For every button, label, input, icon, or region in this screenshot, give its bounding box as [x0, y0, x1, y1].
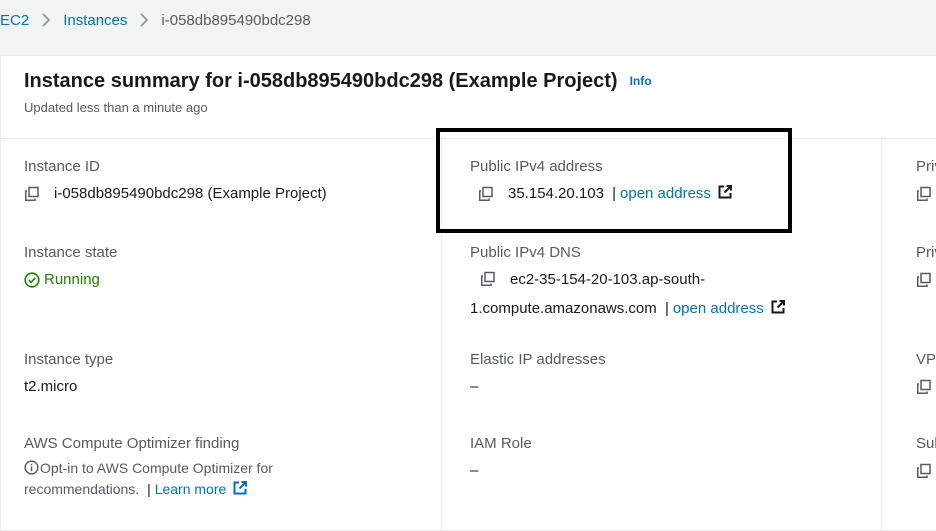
iam-role-value: – [470, 462, 479, 479]
external-link-icon[interactable] [232, 480, 248, 496]
instance-id-value: i-058db895490bdc298 (Example Project) [54, 185, 327, 202]
info-link[interactable]: Info [630, 74, 652, 88]
updated-status: Updated less than a minute ago [24, 100, 208, 115]
optimizer-label: AWS Compute Optimizer finding [24, 435, 240, 452]
page-title-text: Instance summary for i-058db895490bdc298… [24, 70, 618, 92]
public-dns-value-line1: ec2-35-154-20-103.ap-south- [510, 271, 706, 288]
public-dns-field: Public IPv4 DNS ec2-35-154-20-103.ap-sou… [470, 244, 870, 323]
learn-more-link[interactable]: Learn more [155, 481, 227, 497]
external-link-icon[interactable] [770, 299, 786, 315]
chevron-right-icon [41, 13, 51, 27]
column-left: Instance ID i-058db895490bdc298 (Example… [1, 138, 437, 530]
breadcrumb-instances-link[interactable]: Instances [63, 12, 127, 29]
instance-id-label: Instance ID [24, 158, 100, 175]
iam-role-field: IAM Role – [470, 435, 532, 482]
instance-state-label: Instance state [24, 244, 118, 261]
vpc-field: VPC [916, 351, 936, 395]
private-ipv4-field: Priv [916, 158, 936, 202]
instance-state-value: Running [44, 271, 100, 288]
instance-summary-card: Instance summary for i-058db895490bdc298… [0, 55, 936, 531]
breadcrumb-ec2-link[interactable]: EC2 [0, 12, 29, 29]
private-dns-label: Priv [916, 244, 936, 261]
public-dns-value-line2: 1.compute.amazonaws.com [470, 300, 657, 317]
elastic-ip-label: Elastic IP addresses [470, 351, 606, 368]
instance-type-label: Instance type [24, 351, 114, 368]
status-badge: Running [24, 269, 117, 291]
subnet-field: Sub [916, 435, 936, 479]
breadcrumb: EC2 Instances i-058db895490bdc298 [0, 0, 936, 40]
instance-id-field: Instance ID i-058db895490bdc298 (Example… [24, 158, 327, 205]
elastic-ip-value: – [470, 378, 479, 395]
subnet-label: Sub [916, 435, 936, 452]
column-right-truncated: Priv Priv VPC Sub [881, 138, 936, 530]
open-address-link[interactable]: open address [673, 300, 764, 317]
iam-role-label: IAM Role [470, 435, 532, 452]
breadcrumb-current: i-058db895490bdc298 [161, 11, 311, 29]
copy-icon[interactable] [916, 379, 932, 395]
optimizer-field: AWS Compute Optimizer finding Opt-in to … [24, 435, 384, 500]
vpc-label: VPC [916, 351, 936, 368]
page-title: Instance summary for i-058db895490bdc298… [24, 70, 652, 93]
copy-icon[interactable] [24, 186, 40, 202]
public-dns-label: Public IPv4 DNS [470, 244, 581, 261]
instance-type-value: t2.micro [24, 378, 78, 395]
optimizer-note: Opt-in to AWS Compute Optimizer for reco… [24, 458, 384, 500]
elastic-ip-field: Elastic IP addresses – [470, 351, 606, 398]
instance-type-field: Instance type t2.micro [24, 351, 113, 398]
copy-icon[interactable] [480, 271, 496, 287]
highlight-annotation-box [436, 128, 792, 233]
private-ipv4-label: Priv [916, 158, 936, 175]
info-circle-icon [24, 460, 39, 475]
copy-icon[interactable] [916, 186, 932, 202]
copy-icon[interactable] [916, 463, 932, 479]
separator: | [147, 481, 151, 497]
chevron-right-icon [139, 13, 149, 27]
check-circle-icon [24, 272, 40, 288]
copy-icon[interactable] [916, 272, 932, 288]
card-header: Instance summary for i-058db895490bdc298… [1, 56, 936, 139]
instance-state-field: Instance state Running [24, 244, 117, 291]
separator: | [664, 300, 669, 317]
private-dns-field: Priv [916, 244, 936, 288]
